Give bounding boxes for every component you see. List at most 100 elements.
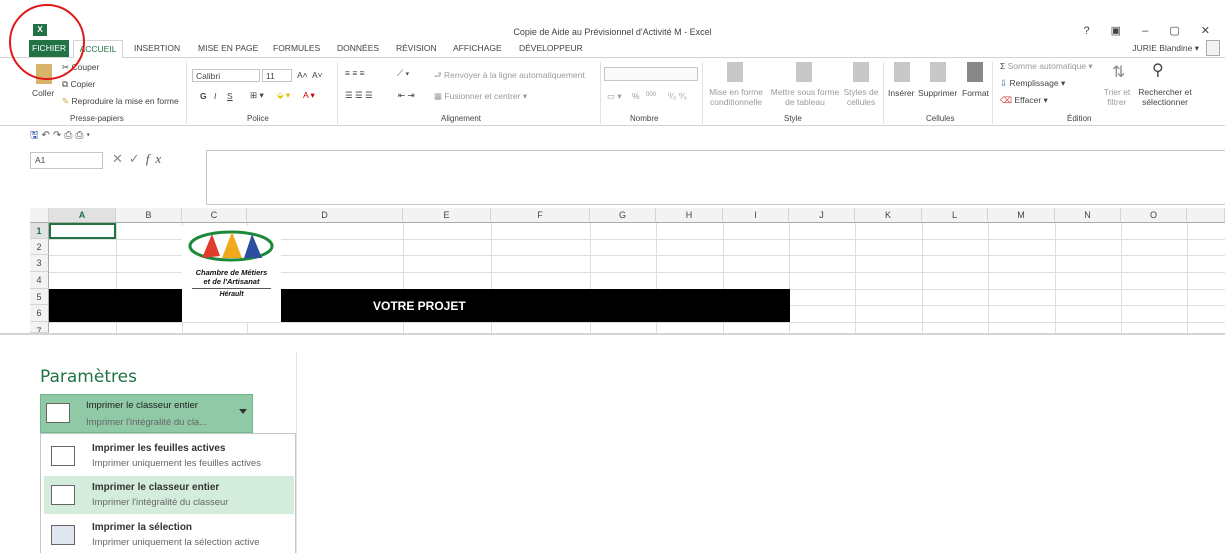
minimize-icon[interactable]: – [1142,25,1157,37]
help-icon[interactable]: ? [1083,25,1098,37]
column-header[interactable]: A [49,208,116,223]
thousands-button[interactable]: 000 [646,92,656,98]
column-header[interactable]: N [1055,208,1121,223]
project-banner[interactable]: VOTRE PROJET [49,289,790,322]
column-header[interactable]: F [491,208,590,223]
tab-insertion[interactable]: INSERTION [134,43,180,53]
wrap-text-button[interactable]: ⮐ Renvoyer à la ligne automatiquement [434,70,585,84]
shrink-font-button[interactable]: A˅ [312,70,323,80]
row-header[interactable]: 1 [30,223,49,239]
column-header[interactable]: L [922,208,988,223]
insert-button[interactable]: Insérer [888,88,914,98]
font-name-select[interactable]: Calibri [192,69,260,82]
format-as-table-icon[interactable] [796,62,812,82]
column-header[interactable]: K [855,208,922,223]
currency-icon[interactable]: ▭ ▾ [607,91,622,102]
cell-styles-icon[interactable] [853,62,869,82]
tab-developpeur[interactable]: DÉVELOPPEUR [519,43,583,53]
bold-button[interactable]: G [200,91,207,101]
cell-styles-button[interactable]: Styles de cellules [843,87,879,107]
tab-formules[interactable]: FORMULES [273,43,320,53]
font-color-icon[interactable]: A ▾ [303,90,315,101]
name-box[interactable]: A1 [30,152,103,169]
customize-qat-icon[interactable]: ▾ [86,130,93,141]
borders-icon[interactable]: ⊞ ▾ [250,90,264,101]
italic-button[interactable]: I [214,91,216,101]
cancel-icon[interactable]: ✕ [112,151,129,166]
sort-icon[interactable]: ⇅ [1112,62,1125,82]
left-align-icon[interactable]: ☰ ☰ ☰ [345,90,373,101]
close-icon[interactable]: ✕ [1201,25,1219,37]
restore-icon[interactable]: ▢ [1169,25,1188,37]
print-icon[interactable]: ⎙ [64,130,75,141]
underline-button[interactable]: S [227,91,233,101]
copy-button[interactable]: ⧉ Copier [62,79,95,90]
format-as-table-button[interactable]: Mettre sous forme de tableau [770,87,840,107]
find-select-button[interactable]: Rechercher et sélectionner [1138,87,1192,107]
paste-button[interactable]: Coller [32,88,54,98]
tab-affichage[interactable]: AFFICHAGE [453,43,502,53]
column-header[interactable]: G [590,208,656,223]
column-header[interactable]: I [723,208,789,223]
selected-cell-a1[interactable] [49,223,116,239]
save-icon[interactable]: 🖫 [30,130,42,141]
row-header[interactable]: 7 [30,322,49,333]
delete-cells-icon[interactable] [930,62,946,82]
ribbon-display-icon[interactable]: ▣ [1111,25,1130,37]
insert-function-icon[interactable]: fx [146,151,167,166]
delete-button[interactable]: Supprimer [918,88,957,98]
tab-mise-en-page[interactable]: MISE EN PAGE [198,43,258,53]
menu-option-active-sheets[interactable]: Imprimer les feuilles actives Imprimer u… [44,437,294,475]
conditional-format-icon[interactable] [727,62,743,82]
column-header[interactable]: E [403,208,491,223]
menu-option-selection[interactable]: Imprimer la sélection Imprimer uniquemen… [44,516,294,554]
fill-button[interactable]: ⇩ Remplissage ▾ [1000,78,1065,89]
print-scope-dropdown[interactable]: Imprimer le classeur entier Imprimer l'i… [40,394,253,433]
number-format-select[interactable] [604,67,698,81]
print-preview-icon[interactable]: ⎙ [75,130,86,141]
undo-icon[interactable]: ↶ [42,130,53,141]
row-header[interactable]: 4 [30,272,49,289]
autosum-button[interactable]: Σ Somme automatique ▾ [1000,61,1093,72]
grow-font-button[interactable]: A˄ [297,70,308,80]
column-header[interactable] [1187,208,1225,223]
percent-button[interactable]: % [632,91,640,101]
user-account[interactable]: JURIE Blandine ▾ [1132,43,1199,54]
format-button[interactable]: Format [962,88,989,98]
row-header[interactable]: 2 [30,239,49,255]
clear-button[interactable]: ⌫ Effacer ▾ [1000,95,1048,106]
confirm-icon[interactable]: ✓ [129,151,146,166]
menu-option-entire-workbook[interactable]: Imprimer le classeur entier Imprimer l'i… [44,476,294,514]
column-header[interactable]: O [1121,208,1187,223]
avatar[interactable] [1206,40,1220,56]
tab-revision[interactable]: RÉVISION [396,43,437,53]
column-header[interactable]: B [116,208,182,223]
column-header[interactable]: J [789,208,855,223]
conditional-format-button[interactable]: Mise en forme conditionnelle [709,87,763,107]
format-painter-button[interactable]: ✎ Reproduire la mise en forme [62,96,179,107]
merge-center-button[interactable]: ▦ Fusionner et centrer ▾ [434,91,527,102]
column-header[interactable]: D [247,208,403,223]
sort-filter-button[interactable]: Trier et filtrer [1097,87,1137,107]
indent-icon[interactable]: ⇤ ⇥ [398,90,415,101]
decimal-icon[interactable]: ⁰⁄₀ ⁰⁄₀ [668,91,687,102]
tab-donnees[interactable]: DONNÉES [337,43,379,53]
column-header[interactable]: M [988,208,1055,223]
orientation-icon[interactable]: ⟋ ▾ [397,68,409,79]
column-header[interactable]: C [182,208,247,223]
select-all-corner[interactable] [30,208,49,223]
cma-logo[interactable]: Chambre de Métiers et de l'Artisanat Hér… [182,226,281,322]
row-header[interactable]: 6 [30,305,49,322]
column-header[interactable]: H [656,208,723,223]
row-header[interactable]: 3 [30,255,49,272]
insert-cells-icon[interactable] [894,62,910,82]
row-header[interactable]: 5 [30,289,49,305]
formula-input[interactable] [206,150,1225,205]
format-cells-icon[interactable] [967,62,983,82]
fill-color-icon[interactable]: ⬙ ▾ [277,90,290,101]
font-size-select[interactable]: 11 [262,69,292,82]
redo-icon[interactable]: ↷ [53,130,64,141]
top-align-icon[interactable]: ≡ ≡ ≡ [345,68,365,78]
binoculars-icon[interactable]: ⚲ [1152,60,1164,80]
window-controls[interactable]: ? ▣ – ▢ ✕ [1083,24,1219,37]
